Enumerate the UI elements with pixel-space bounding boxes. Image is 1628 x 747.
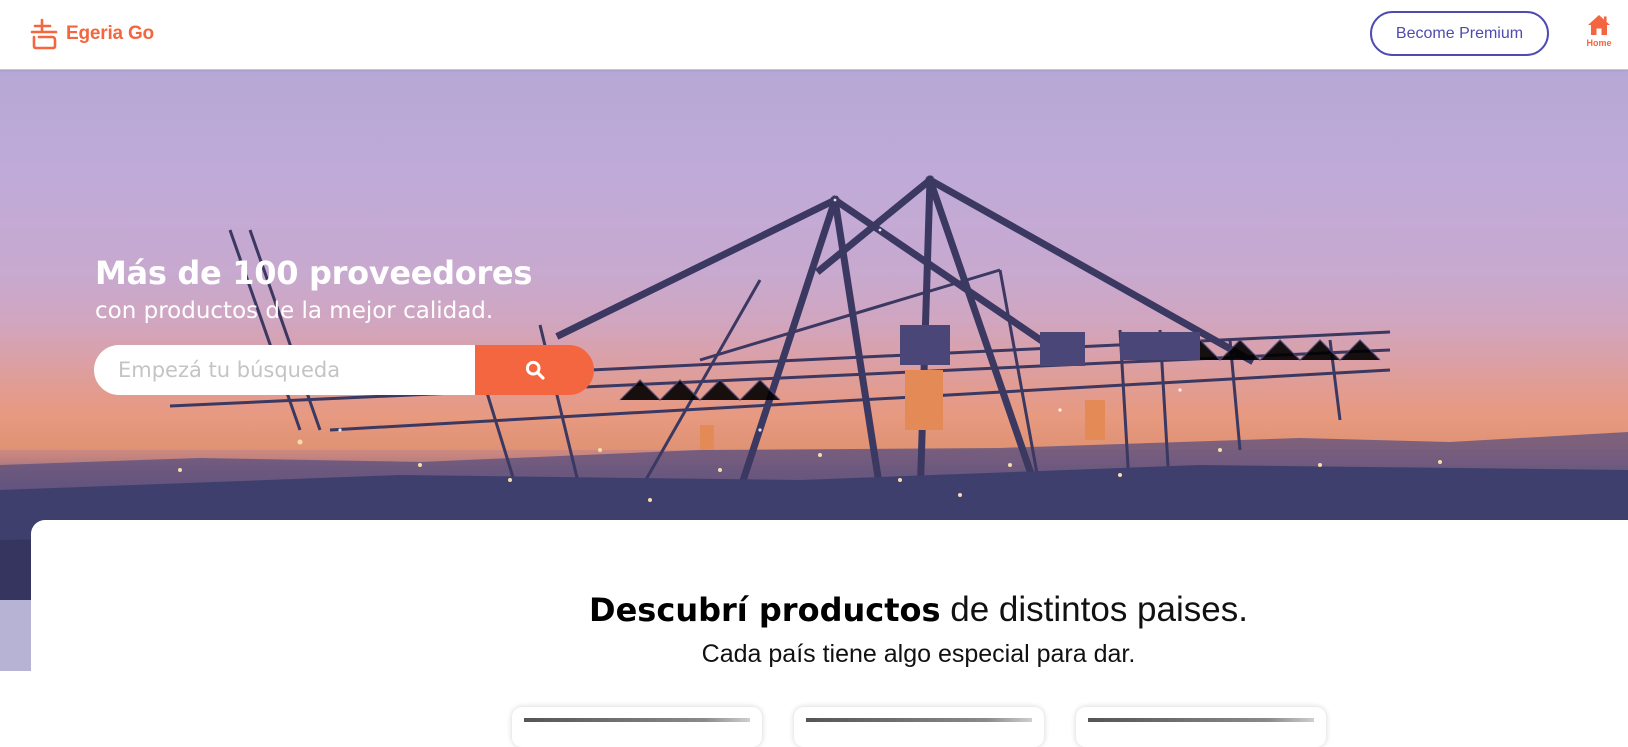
section-heading-light: de distintos paises. [940, 590, 1248, 629]
country-card-image [806, 718, 1032, 722]
section-subheading: Cada país tiene algo especial para dar. [701, 640, 1136, 668]
section-heading-bold: Descubrí productos [589, 591, 941, 629]
brand-logo-link[interactable]: Egeria Go [30, 17, 154, 51]
country-card[interactable] [1076, 707, 1326, 747]
egeria-logo-icon [30, 18, 58, 50]
country-card[interactable] [512, 707, 762, 747]
home-label: Home [1586, 38, 1612, 48]
become-premium-button[interactable]: Become Premium [1370, 11, 1549, 56]
hero-subtitle: con productos de la mejor calidad. [95, 298, 494, 324]
search-icon [525, 360, 545, 380]
hero-title: Más de 100 proveedores [95, 254, 533, 292]
home-icon [1588, 15, 1610, 35]
country-card[interactable] [794, 707, 1044, 747]
country-card-image [1088, 718, 1314, 722]
discover-countries-section: Descubrí productos de distintos paises. … [31, 520, 1628, 747]
home-nav-link[interactable]: Home [1582, 14, 1616, 54]
top-navbar: Egeria Go Become Premium Home [0, 0, 1628, 70]
brand-name: Egeria Go [66, 23, 154, 44]
country-card-image [524, 718, 750, 722]
search-button[interactable] [475, 345, 594, 395]
section-heading: Descubrí productos de distintos paises. [31, 590, 1628, 630]
search-input[interactable] [94, 345, 475, 395]
search-bar [94, 345, 594, 395]
